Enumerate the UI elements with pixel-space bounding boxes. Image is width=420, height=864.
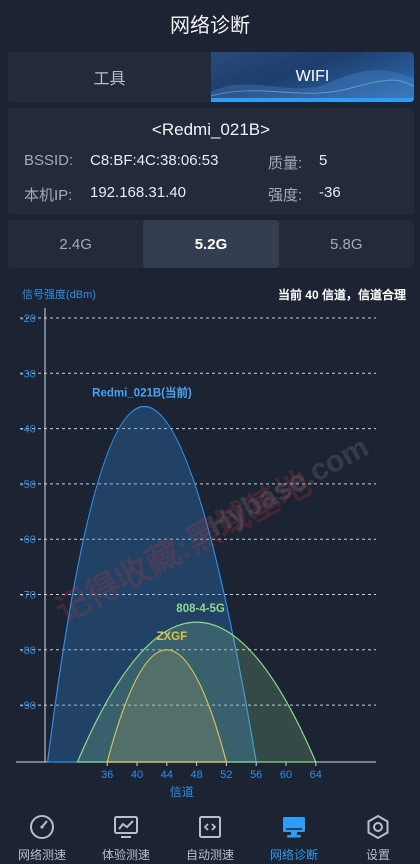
tab-tools-label: 工具	[93, 71, 126, 88]
app-header: 网络诊断	[0, 0, 420, 46]
bottom-nav: 网络测速 体验测速 自动测速 网络诊断 设置	[0, 804, 420, 864]
tab-wifi[interactable]: WIFI	[211, 52, 414, 102]
y-tick-label: -80	[20, 645, 36, 657]
bssid-value-row: C8:BF:4C:38:06:53	[90, 152, 218, 169]
tab-wifi-label: WIFI	[295, 68, 330, 85]
nav-network-speed[interactable]: 网络测速	[0, 804, 84, 864]
strength-value-row: -36	[319, 184, 341, 201]
y-tick-label: -60	[20, 534, 36, 546]
nav-experience-speed-label: 体验测速	[101, 848, 150, 862]
nav-settings-label: 设置	[365, 848, 390, 862]
y-tick-label: -50	[20, 479, 36, 491]
x-tick-label: 60	[280, 769, 292, 781]
nav-settings[interactable]: 设置	[336, 804, 420, 864]
ip-row: 本机IP:	[24, 184, 72, 205]
tab-band-5-8g[interactable]: 5.8G	[279, 220, 414, 268]
quality-value-row: 5	[319, 152, 327, 169]
band-tab-bar: 2.4G 5.2G 5.8G	[8, 220, 414, 268]
strength-row: 强度:	[268, 184, 302, 205]
tab-band-2-4g-label: 2.4G	[59, 235, 92, 253]
wifi-info-card: <Redmi_021B> BSSID: C8:BF:4C:38:06:53 质量…	[8, 108, 414, 214]
signal-chart-svg: -20 -30 -40 -50 -60 -70 -80 -90 36 40 44 48 52 56 60 64…	[16, 308, 376, 799]
strength-value: -36	[319, 184, 341, 201]
quality-row: 质量:	[268, 152, 302, 173]
nav-diagnosis[interactable]: 网络诊断	[252, 804, 336, 864]
y-tick-label: -40	[20, 424, 36, 436]
x-tick-label: 40	[131, 769, 143, 781]
quality-value: 5	[319, 152, 328, 169]
page-title: 网络诊断	[170, 14, 250, 37]
x-tick-label: 52	[220, 769, 232, 781]
series-label: 808-4-5G	[176, 603, 225, 615]
speedometer-icon	[27, 812, 57, 842]
nav-network-speed-label: 网络测速	[17, 848, 66, 862]
x-tick-label: 36	[101, 769, 113, 781]
series-label: ZXGF	[156, 631, 187, 643]
series-label: Redmi_021B(当前)	[92, 385, 192, 399]
ip-value: 192.168.31.40	[90, 184, 186, 201]
nav-diagnosis-label: 网络诊断	[269, 848, 318, 862]
main-tab-bar: 工具 WIFI	[8, 52, 414, 102]
bssid-row: BSSID:	[24, 152, 73, 169]
chart-monitor-icon	[111, 812, 141, 842]
tab-tools[interactable]: 工具	[8, 52, 211, 102]
x-axis-title: 信道	[170, 785, 194, 799]
bssid-value: C8:BF:4C:38:06:53	[90, 152, 219, 169]
y-tick-label: -20	[20, 313, 36, 325]
nav-experience-speed[interactable]: 体验测速	[84, 804, 168, 864]
code-window-icon	[195, 812, 225, 842]
x-tick-label: 56	[250, 769, 262, 781]
tab-band-5-8g-label: 5.8G	[330, 235, 363, 253]
nav-auto-speed[interactable]: 自动测速	[168, 804, 252, 864]
x-tick-label: 64	[310, 769, 322, 781]
tab-band-5-2g[interactable]: 5.2G	[143, 220, 279, 268]
bssid-label: BSSID:	[24, 152, 74, 169]
x-tick-label: 44	[161, 769, 173, 781]
nav-auto-speed-label: 自动测速	[185, 848, 234, 862]
ip-value-row: 192.168.31.40	[90, 184, 186, 201]
tab-band-2-4g[interactable]: 2.4G	[8, 220, 143, 268]
ssid-label: <Redmi_021B>	[151, 120, 271, 139]
monitor-icon	[279, 812, 309, 842]
y-tick-label: -70	[20, 590, 36, 602]
ip-label: 本机IP:	[24, 187, 73, 204]
strength-label: 强度:	[268, 187, 303, 204]
x-tick-label: 48	[190, 769, 202, 781]
signal-chart: 信号强度(dBm) 当前 40 信道，信道合理 -20 -30 -40 -50 -60-…	[0, 276, 420, 806]
tab-band-5-2g-label: 5.2G	[194, 235, 228, 253]
quality-label: 质量:	[268, 155, 303, 172]
y-tick-label: -30	[20, 368, 36, 380]
gear-icon	[363, 812, 393, 842]
y-tick-label: -90	[20, 700, 36, 712]
